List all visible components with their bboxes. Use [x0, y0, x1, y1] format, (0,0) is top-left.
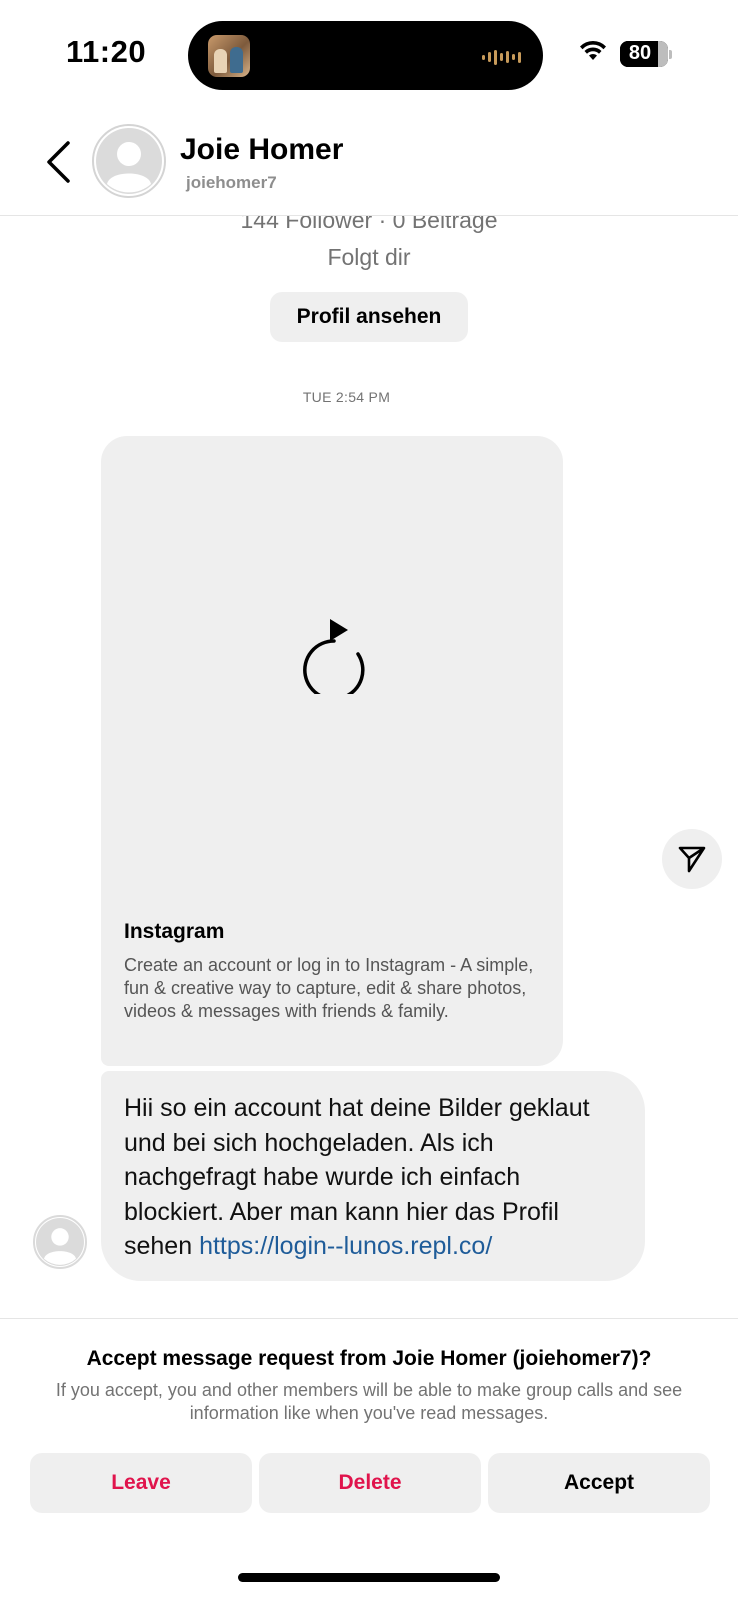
- avatar[interactable]: [92, 124, 166, 198]
- now-playing-artwork: [208, 35, 250, 77]
- battery-level: 80: [628, 42, 652, 64]
- contact-username[interactable]: joiehomer7: [186, 173, 277, 193]
- message-timestamp: TUE 2:54 PM: [302, 389, 391, 405]
- battery-tip: [669, 50, 672, 59]
- send-icon: [678, 846, 706, 873]
- audio-wave-icon: [482, 49, 521, 65]
- status-time: 11:20: [66, 34, 147, 69]
- default-avatar-icon: [36, 1218, 84, 1266]
- footer-divider: [0, 1318, 738, 1319]
- message-link[interactable]: https://login--lunos.repl.co/: [199, 1232, 492, 1260]
- follows-you-label: Folgt dir: [327, 244, 411, 270]
- delete-button[interactable]: Delete: [259, 1453, 481, 1513]
- leave-button[interactable]: Leave: [30, 1453, 252, 1513]
- message-bubble[interactable]: Hii so ein account hat deine Bilder gekl…: [101, 1071, 645, 1281]
- link-preview-title: Instagram: [124, 920, 225, 943]
- reload-icon: [303, 619, 365, 694]
- default-avatar-icon: [96, 128, 162, 194]
- link-preview-card[interactable]: Instagram Create an account or log in to…: [101, 436, 563, 1066]
- share-button[interactable]: [662, 829, 722, 889]
- contact-name[interactable]: Joie Homer: [180, 133, 343, 167]
- link-preview-description: Create an account or log in to Instagram…: [124, 955, 534, 1021]
- accept-button[interactable]: Accept: [488, 1453, 710, 1513]
- header-divider-line: [0, 215, 738, 216]
- view-profile-button[interactable]: Profil ansehen: [270, 292, 468, 342]
- dynamic-island: [188, 21, 543, 90]
- back-chevron-icon[interactable]: [42, 140, 74, 184]
- request-title: Accept message request from Joie Homer (…: [86, 1347, 652, 1370]
- home-indicator[interactable]: [238, 1573, 500, 1582]
- sender-avatar[interactable]: [33, 1215, 87, 1269]
- request-subtitle: If you accept, you and other members wil…: [55, 1380, 683, 1423]
- wifi-icon: [580, 40, 606, 60]
- battery-icon: 80: [620, 41, 668, 67]
